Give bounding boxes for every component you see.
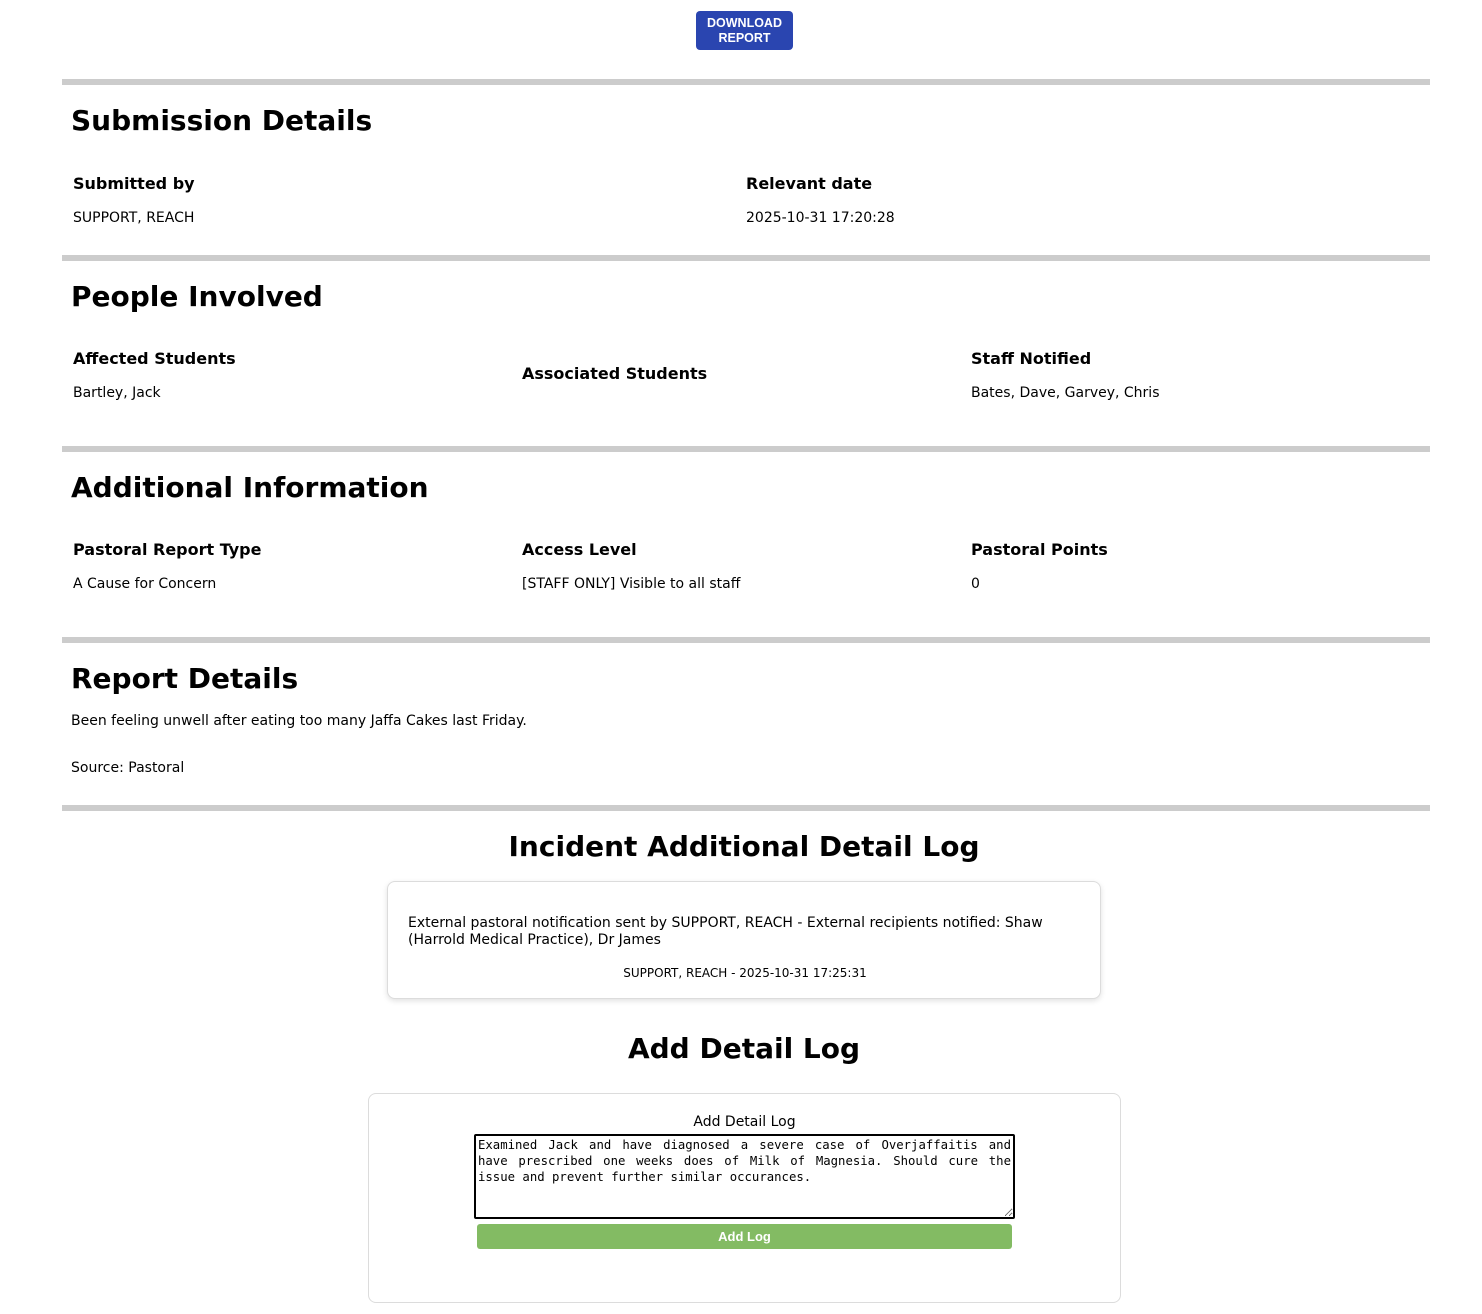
staff-notified-value: Bates, Dave, Garvey, Chris: [971, 385, 1160, 401]
report-source: Source: Pastoral: [71, 760, 185, 776]
additional-information-title: Additional Information: [71, 471, 429, 504]
download-report-label: DOWNLOAD REPORT: [707, 15, 782, 45]
access-level-label: Access Level: [522, 540, 637, 559]
section-divider: [62, 79, 1430, 85]
relevant-date-value: 2025-10-31 17:20:28: [746, 210, 895, 226]
detail-log-title: Incident Additional Detail Log: [508, 830, 980, 863]
associated-students-label: Associated Students: [522, 364, 708, 383]
submitted-by-label: Submitted by: [73, 174, 195, 193]
staff-notified-label: Staff Notified: [971, 349, 1092, 368]
detail-log-entry-text: External pastoral notification sent by S…: [408, 915, 1043, 948]
download-report-button[interactable]: DOWNLOAD REPORT: [696, 11, 793, 50]
section-divider: [62, 805, 1430, 811]
section-divider: [62, 446, 1430, 452]
detail-log-entry-meta: SUPPORT, REACH - 2025-10-31 17:25:31: [623, 966, 867, 980]
detail-log-entry: External pastoral notification sent by S…: [387, 881, 1101, 999]
detail-log-textarea[interactable]: Examined Jack and have diagnosed a sever…: [474, 1134, 1015, 1219]
pastoral-points-value: 0: [971, 576, 980, 592]
report-description: Been feeling unwell after eating too man…: [71, 713, 527, 729]
section-divider: [62, 255, 1430, 261]
access-level-value: [STAFF ONLY] Visible to all staff: [522, 576, 741, 592]
submitted-by-value: SUPPORT, REACH: [73, 210, 195, 226]
add-log-button[interactable]: Add Log: [477, 1224, 1012, 1249]
add-detail-log-form: Add Detail Log Examined Jack and have di…: [368, 1093, 1121, 1303]
relevant-date-label: Relevant date: [746, 174, 873, 193]
add-detail-log-label: Add Detail Log: [693, 1114, 796, 1130]
report-details-title: Report Details: [71, 662, 299, 695]
pastoral-points-label: Pastoral Points: [971, 540, 1108, 559]
submission-details-title: Submission Details: [71, 104, 373, 137]
pastoral-report-type-label: Pastoral Report Type: [73, 540, 262, 559]
affected-students-label: Affected Students: [73, 349, 236, 368]
section-divider: [62, 637, 1430, 643]
add-detail-log-title: Add Detail Log: [627, 1032, 861, 1065]
report-page: DOWNLOAD REPORT Submission Details Submit…: [0, 0, 1482, 1314]
people-involved-title: People Involved: [71, 280, 323, 313]
pastoral-report-type-value: A Cause for Concern: [73, 576, 217, 592]
affected-students-value: Bartley, Jack: [73, 385, 161, 401]
